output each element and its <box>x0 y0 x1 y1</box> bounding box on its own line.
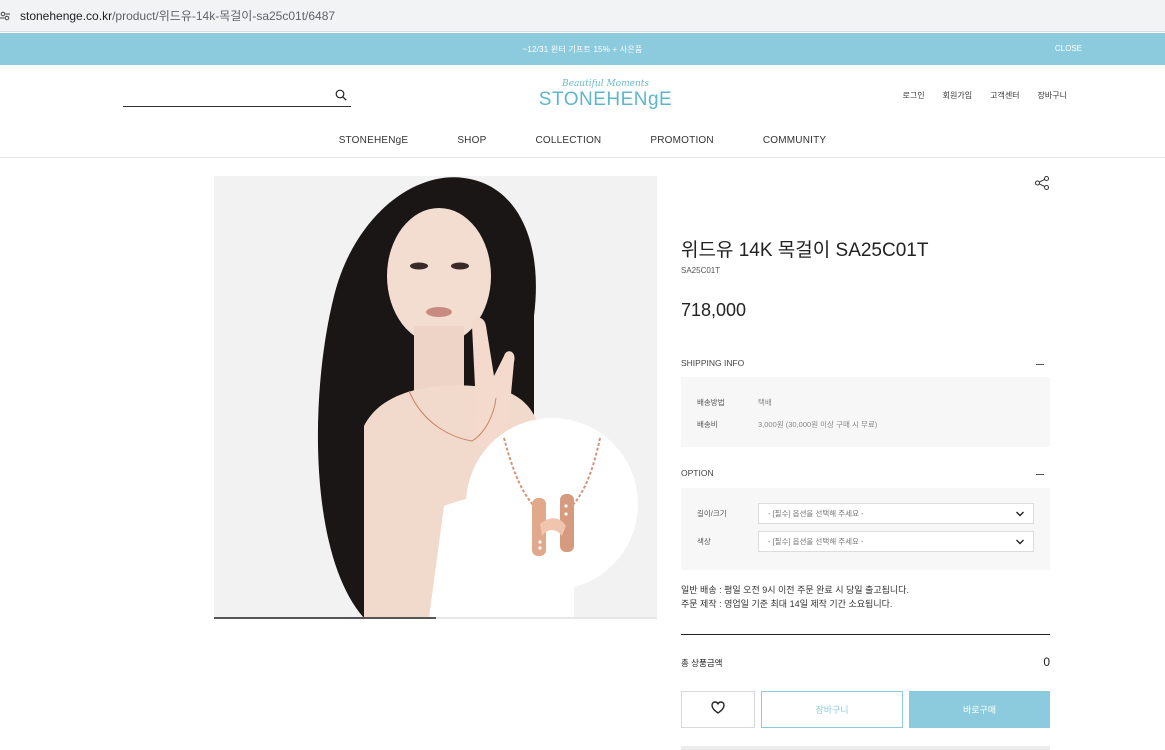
product-photo-illustration <box>214 176 657 618</box>
nav-item-collection[interactable]: COLLECTION <box>535 135 601 146</box>
search-input[interactable] <box>123 85 323 105</box>
url-path: /product/위드유-14k-목걸이-sa25c01t/6487 <box>112 9 336 23</box>
option-heading: OPTION <box>681 468 714 478</box>
promo-text[interactable]: ~12/31 윈터 기프트 15% + 사은품 <box>523 44 643 55</box>
nav-item-community[interactable]: COMMUNITY <box>763 135 826 146</box>
shipping-info-header[interactable]: SHIPPING INFO <box>681 358 1050 372</box>
heart-icon <box>711 700 725 719</box>
option-length-label: 길이/크기 <box>697 509 727 518</box>
shipping-method-label: 배송방법 <box>697 398 725 407</box>
shipping-row-method: 배송방법 택배 <box>697 397 772 408</box>
browser-url-bar[interactable]: stonehenge.co.kr/product/위드유-14k-목걸이-sa2… <box>0 0 1165 32</box>
site-logo[interactable]: Beautiful Moments STONEHENgE <box>538 79 673 111</box>
url-text[interactable]: stonehenge.co.kr/product/위드유-14k-목걸이-sa2… <box>20 7 335 24</box>
customer-center-link[interactable]: 고객센터 <box>990 90 1019 101</box>
option-length-select[interactable]: - [필수] 옵션을 선택해 주세요 - <box>758 503 1034 524</box>
utility-links: 로그인 회원가입 고객센터 장바구니 <box>903 90 1067 101</box>
option-panel: 길이/크기 - [필수] 옵션을 선택해 주세요 - 색상 - [필수] 옵션을… <box>681 488 1050 570</box>
nav-item-promotion[interactable]: PROMOTION <box>650 135 713 146</box>
shipping-info-heading: SHIPPING INFO <box>681 358 745 368</box>
shipping-info-panel: 배송방법 택배 배송비 3,000원 (30,000원 이상 구매 시 무료) <box>681 377 1050 447</box>
product-image[interactable] <box>214 176 657 618</box>
notice-line-custom: 주문 제작 : 영업일 기준 최대 14일 제작 기간 소요됩니다. <box>681 599 893 609</box>
site-header: Beautiful Moments STONEHENgE 로그인 회원가입 고객… <box>0 65 1165 158</box>
buy-now-button[interactable]: 바로구매 <box>909 691 1050 728</box>
shipping-fee-label: 배송비 <box>697 420 718 429</box>
option-row-length: 길이/크기 - [필수] 옵션을 선택해 주세요 - <box>697 503 1034 524</box>
product-code: SA25C01T <box>681 266 721 275</box>
collapse-shipping-button[interactable] <box>1036 364 1044 365</box>
product-title: 위드유 14K 목걸이 SA25C01T <box>681 240 929 261</box>
signup-link[interactable]: 회원가입 <box>943 90 972 101</box>
option-color-value: - [필수] 옵션을 선택해 주세요 - <box>768 537 864 546</box>
shipping-row-fee: 배송비 3,000원 (30,000원 이상 구매 시 무료) <box>697 419 877 430</box>
url-host: stonehenge.co.kr <box>20 9 113 23</box>
shipping-fee-value: 3,000원 (30,000원 이상 구매 시 무료) <box>758 420 878 429</box>
image-slider-progress[interactable] <box>214 617 657 619</box>
image-slider-progress-fill <box>214 617 436 619</box>
bottom-divider <box>681 746 1050 750</box>
logo-tagline: Beautiful Moments <box>562 79 649 89</box>
total-price-value: 0 <box>1043 655 1050 669</box>
search-icon[interactable] <box>335 88 349 102</box>
collapse-option-button[interactable] <box>1036 474 1044 475</box>
chevron-down-icon <box>1015 537 1025 547</box>
wishlist-button[interactable] <box>681 691 755 728</box>
option-length-value: - [필수] 옵션을 선택해 주세요 - <box>768 509 864 518</box>
total-divider <box>681 634 1050 635</box>
search-bar <box>123 85 351 107</box>
nav-item-stonehenge[interactable]: STONEHENgE <box>339 135 409 146</box>
delivery-notice: 일반 배송 : 평일 오전 9시 이전 주문 완료 시 당일 출고됩니다. 주문… <box>681 583 909 611</box>
cart-link[interactable]: 장바구니 <box>1038 90 1067 101</box>
option-color-select[interactable]: - [필수] 옵션을 선택해 주세요 - <box>758 531 1034 552</box>
logo-brand: STONEHENgE <box>538 89 673 110</box>
notice-line-general: 일반 배송 : 평일 오전 9시 이전 주문 완료 시 당일 출고됩니다. <box>681 585 909 595</box>
total-price-label: 총 상품금액 <box>681 658 723 668</box>
add-to-cart-button[interactable]: 장바구니 <box>761 691 903 728</box>
nav-item-shop[interactable]: SHOP <box>457 135 486 146</box>
product-price: 718,000 <box>681 300 747 320</box>
login-link[interactable]: 로그인 <box>903 90 925 101</box>
shipping-method-value: 택배 <box>758 398 772 407</box>
site-settings-icon[interactable] <box>0 9 14 23</box>
chevron-down-icon <box>1015 509 1025 519</box>
promo-banner[interactable]: ~12/31 윈터 기프트 15% + 사은품 CLOSE <box>0 33 1165 65</box>
share-icon[interactable] <box>1034 175 1050 191</box>
option-row-color: 색상 - [필수] 옵션을 선택해 주세요 - <box>697 531 1034 552</box>
option-header[interactable]: OPTION <box>681 468 1050 482</box>
promo-close-button[interactable]: CLOSE <box>1055 44 1082 53</box>
option-color-label: 색상 <box>697 537 711 546</box>
main-nav: STONEHENgE SHOP COLLECTION PROMOTION COM… <box>0 135 1165 146</box>
